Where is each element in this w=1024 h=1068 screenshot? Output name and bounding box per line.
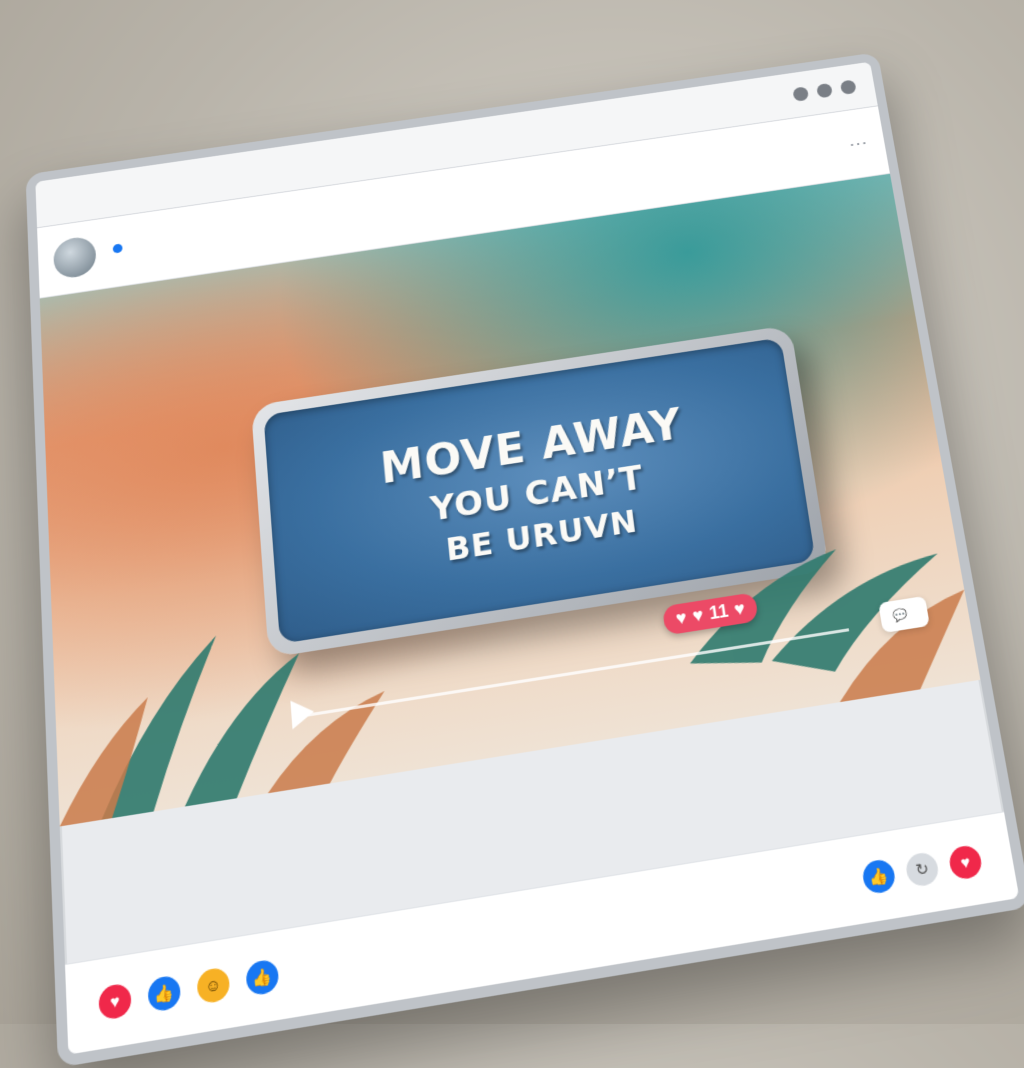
heart-icon: ♥ xyxy=(674,607,688,629)
like-icon[interactable]: 👍 xyxy=(147,974,182,1013)
window-dot-2[interactable] xyxy=(816,82,833,99)
more-options-icon[interactable]: ⋯ xyxy=(847,131,871,155)
like-icon[interactable]: 👍 xyxy=(245,958,280,997)
reaction-count: 11 xyxy=(707,600,730,624)
window-dot-1[interactable] xyxy=(792,86,810,102)
author-name[interactable] xyxy=(107,243,123,254)
heart-icon[interactable]: ♥ xyxy=(98,982,132,1022)
chat-bubble-icon[interactable]: 💬 xyxy=(892,607,909,623)
avatar[interactable] xyxy=(52,234,97,281)
verified-badge-icon xyxy=(112,243,123,254)
right-reactions: 👍 ↻ ♥ xyxy=(860,843,984,896)
browser-screen: ⋯ MOVE AWAY YOU CAN’T BE URUVN ♥ ♥ 11 ♥ … xyxy=(25,52,1024,1068)
window-dot-3[interactable] xyxy=(839,79,857,95)
heart-icon: ♥ xyxy=(732,597,747,620)
care-icon[interactable]: ☺ xyxy=(432,819,467,827)
like-icon[interactable]: 👍 xyxy=(860,857,897,896)
play-icon[interactable] xyxy=(290,697,316,730)
post-header-text xyxy=(107,243,123,259)
heart-icon[interactable]: ♥ xyxy=(947,843,984,882)
share-icon[interactable]: ↻ xyxy=(904,850,941,889)
heart-icon: ♥ xyxy=(691,604,705,627)
post-subtitle xyxy=(108,258,123,260)
post-action-bar: ♥ 👍 ☺ 👍 👍 ↻ ♥ xyxy=(64,811,1020,1055)
care-icon[interactable]: ☺ xyxy=(196,966,231,1005)
